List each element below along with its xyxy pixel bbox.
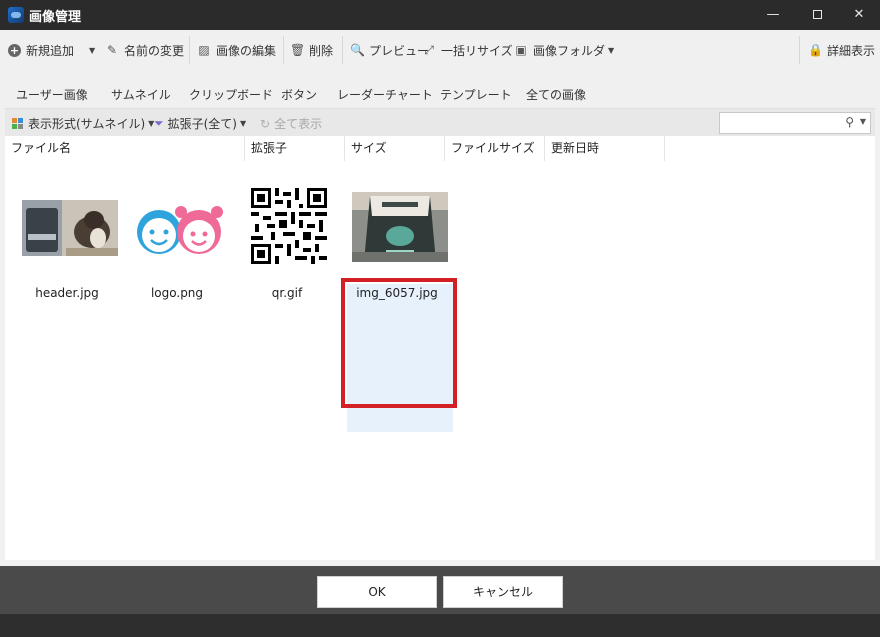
preview-button[interactable]: 🔍 プレビュー [350,40,429,60]
logo-faces-thumbnail [137,206,223,254]
dialog-footer: OK キャンセル [0,566,880,614]
rename-button[interactable]: ✎ 名前の変更 [105,40,184,60]
edit-image-label: 画像の編集 [216,43,277,58]
title-bar: 画像管理 — ✕ [0,0,880,30]
search-icon: ⚲ [845,115,854,129]
folder-image-icon: ▣ [515,43,527,57]
column-header-row: ファイル名 拡張子 サイズ ファイルサイズ 更新日時 [5,136,875,161]
tab-all-images[interactable]: 全ての画像 [526,86,586,103]
tab-user-images[interactable]: ユーザー画像 [5,86,100,110]
toolbar-divider [342,36,343,64]
caret-down-icon: ▼ [608,45,615,55]
app-icon [8,7,24,23]
show-all-button[interactable]: ↻ 全て表示 [260,115,322,132]
minimize-button[interactable]: — [752,0,794,30]
rename-label: 名前の変更 [124,43,185,58]
caret-down-icon: ▼ [859,117,866,126]
image-folder-button[interactable]: ▣ 画像フォルダ ▼ [514,40,614,60]
toolbar: + 新規追加 ▼ ✎ 名前の変更 ▨ 画像の編集 🗑 削除 🔍 プレビュー ⤢ … [0,30,880,70]
image-folder-label: 画像フォルダ [533,43,606,58]
dialog-body: + 新規追加 ▼ ✎ 名前の変更 ▨ 画像の編集 🗑 削除 🔍 プレビュー ⤢ … [0,30,880,566]
file-name: qr.gif [271,286,303,300]
selection-outline [341,278,457,408]
pencil-icon: ✎ [106,43,118,57]
file-item-qr[interactable]: qr.gif [237,180,337,310]
trash-icon: 🗑 [290,43,306,57]
tab-clipboard[interactable]: クリップボード [189,86,273,103]
tab-templates[interactable]: テンプレート [440,86,512,103]
new-label: 新規追加 [26,43,75,58]
delete-label: 削除 [309,43,334,58]
resize-arrows-icon: ⤢ [424,42,434,57]
extension-filter-label: 拡張子(全て) [167,117,237,131]
caret-down-icon: ▼ [89,45,96,55]
toolbar-divider [799,36,800,64]
file-name: header.jpg [35,286,99,300]
ok-button[interactable]: OK [317,576,437,608]
window-title: 画像管理 [29,10,82,25]
file-list[interactable]: ファイル名 拡張子 サイズ ファイルサイズ 更新日時 header.jpg lo… [5,136,875,560]
view-options-bar: 表示形式(サムネイル) ▼ ⏷ 拡張子(全て) ▼ ↻ 全て表示 ⚲ ▼ [5,108,875,136]
new-dropdown-button[interactable]: ▼ [86,40,95,60]
batch-resize-label: 一括リサイズ [441,43,513,58]
close-button[interactable]: ✕ [838,0,880,30]
plus-circle-icon: + [8,43,21,57]
column-header-extension[interactable]: 拡張子 [245,136,345,161]
preview-label: プレビュー [369,43,430,58]
preview-icon: 🔍 [350,43,365,57]
photo-bag-thumbnail [352,192,448,262]
view-mode-label: 表示形式(サムネイル) [28,117,146,131]
maximize-button[interactable] [796,0,838,30]
toolbar-divider [189,36,190,64]
extension-filter-dropdown[interactable]: ⏷ 拡張子(全て) ▼ [154,115,246,132]
tab-buttons[interactable]: ボタン [281,86,317,103]
tab-bar: ユーザー画像 サムネイル クリップボード ボタン レーダーチャート テンプレート… [0,80,880,110]
image-edit-icon: ▨ [198,43,210,57]
file-item-header[interactable]: header.jpg [17,180,118,310]
new-button[interactable]: + 新規追加 [8,40,74,60]
toolbar-divider [283,36,284,64]
view-mode-dropdown[interactable]: 表示形式(サムネイル) ▼ [12,115,154,132]
file-name: logo.png [150,286,204,300]
details-button[interactable]: 🔒 詳細表示 [808,40,875,60]
photo-cat-thumbnail [22,200,118,256]
column-header-modified[interactable]: 更新日時 [545,136,665,161]
grid-view-icon [12,118,23,129]
filter-icon: ⏷ [154,116,164,130]
column-header-size[interactable]: サイズ [345,136,445,161]
tab-radar-chart[interactable]: レーダーチャート [337,86,433,103]
lock-icon: 🔒 [808,43,823,57]
batch-resize-button[interactable]: ⤢ 一括リサイズ [422,40,513,60]
caret-down-icon: ▼ [239,119,247,128]
edit-image-button[interactable]: ▨ 画像の編集 [197,40,276,60]
refresh-icon: ↻ [260,116,271,131]
cancel-button[interactable]: キャンセル [443,576,563,608]
file-item-logo[interactable]: logo.png [127,180,227,310]
qr-code-thumbnail [251,188,327,264]
bottom-edge [0,614,880,637]
column-header-filename[interactable]: ファイル名 [5,136,245,161]
search-box[interactable]: ⚲ ▼ [719,112,871,134]
tab-thumbnails[interactable]: サムネイル [111,86,171,103]
details-label: 詳細表示 [827,43,876,58]
column-header-filesize[interactable]: ファイルサイズ [445,136,545,161]
show-all-label: 全て表示 [274,117,323,131]
delete-button[interactable]: 🗑 削除 [290,40,333,60]
